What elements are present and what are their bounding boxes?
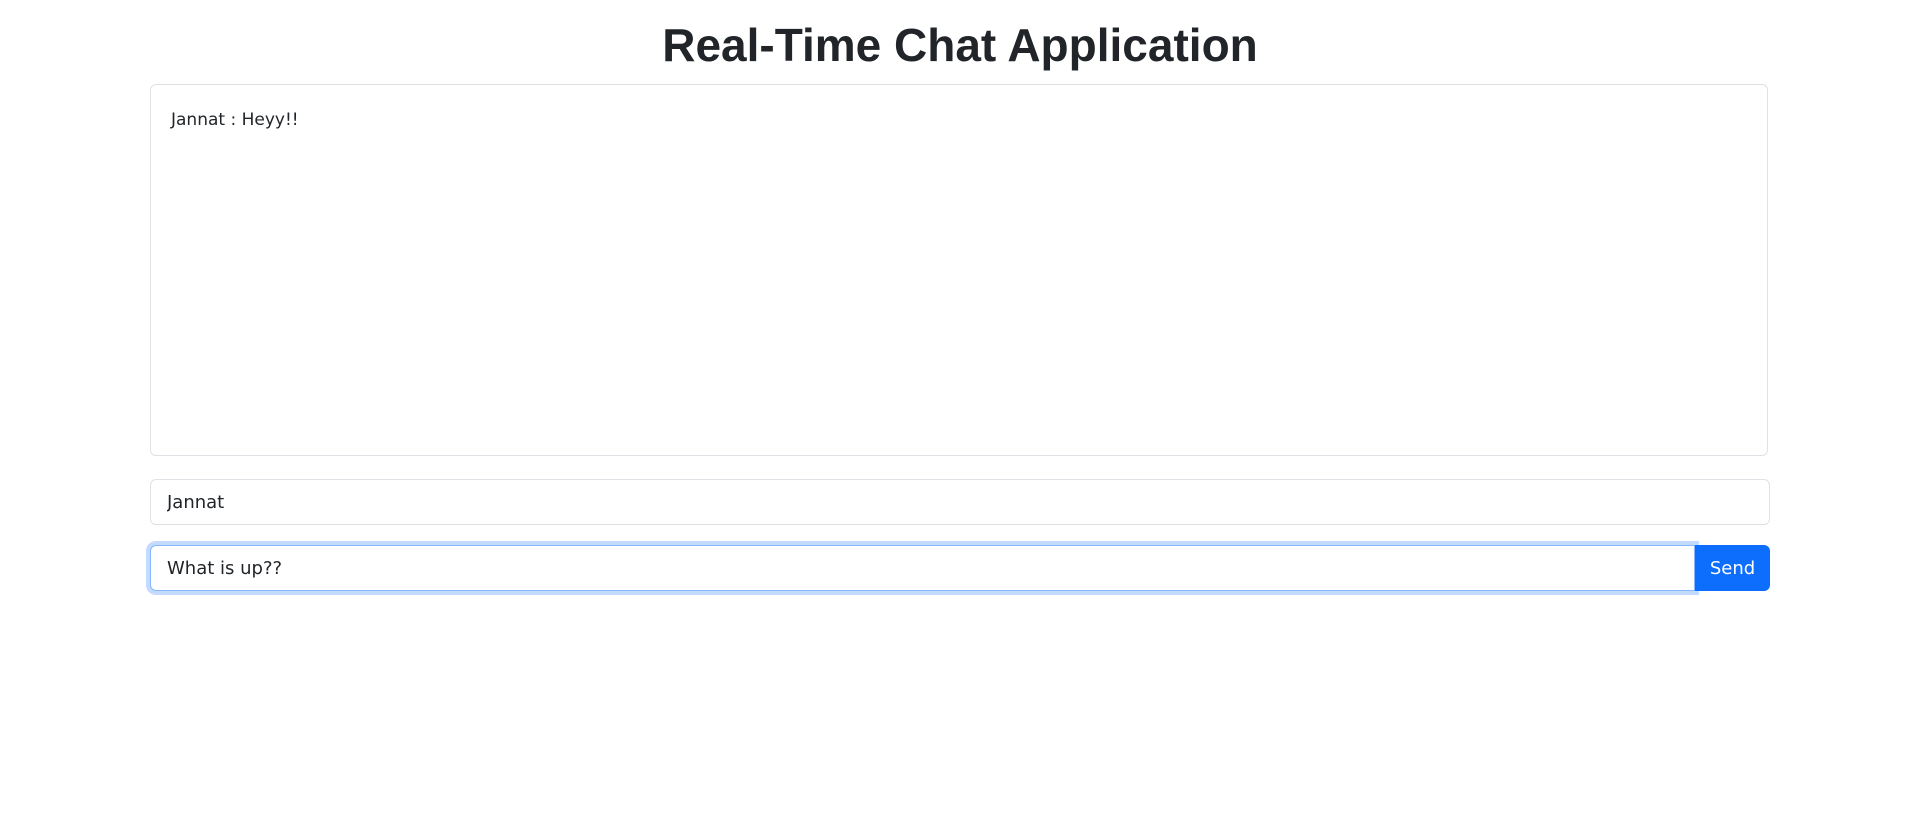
chat-messages-box: Jannat : Heyy!! — [150, 84, 1768, 456]
name-input[interactable] — [150, 479, 1770, 525]
chat-message: Jannat : Heyy!! — [171, 110, 299, 130]
send-button[interactable]: Send — [1695, 545, 1770, 591]
page-title: Real-Time Chat Application — [662, 19, 1258, 71]
message-input[interactable] — [150, 545, 1695, 591]
